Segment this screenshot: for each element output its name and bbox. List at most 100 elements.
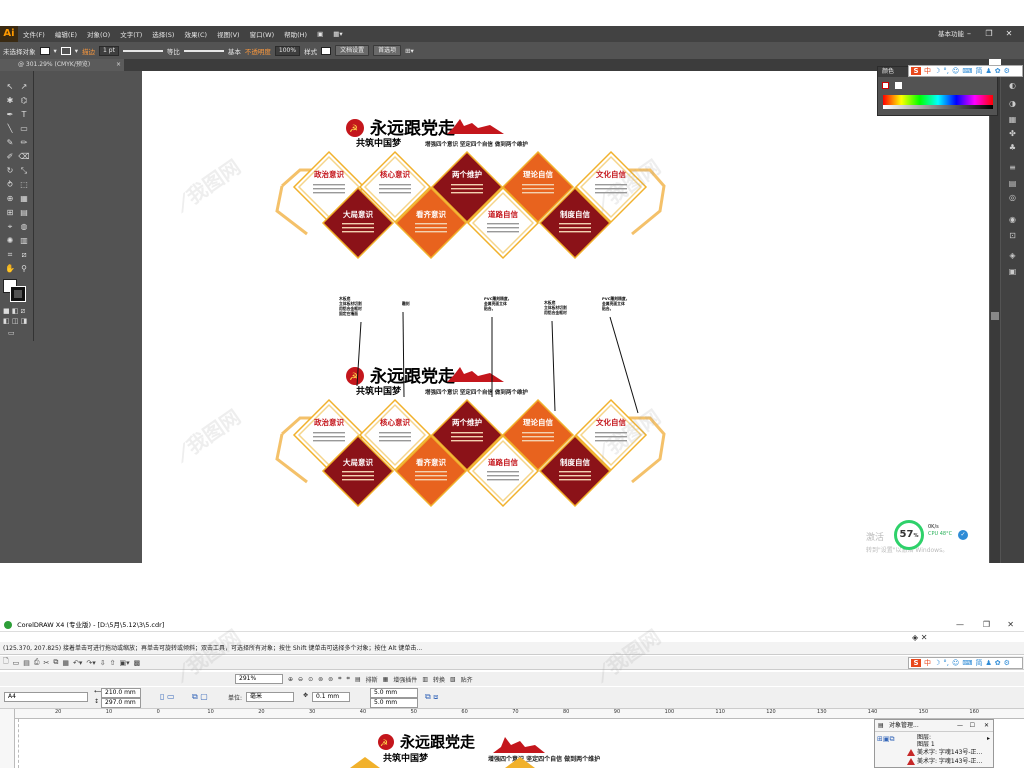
fill-dropdown-icon[interactable]: ▾ xyxy=(54,47,57,55)
redo-icon[interactable]: ↷▾ xyxy=(86,659,95,667)
appearance-icon[interactable]: ◉ xyxy=(1007,215,1018,224)
cd-ime-settings-icon[interactable]: ⚙ xyxy=(1004,659,1010,667)
page-size-dropdown[interactable]: A4 xyxy=(4,692,88,702)
menu-edit[interactable]: 编辑(E) xyxy=(50,29,82,39)
om-object-row[interactable]: 美术字: 字魂143号-正... xyxy=(875,748,993,757)
stroke-dropdown-icon[interactable]: ▾ xyxy=(75,47,78,55)
zoom-tool-icon[interactable]: ⚲ xyxy=(18,263,30,275)
plugin-icon[interactable]: ▤ xyxy=(355,676,361,683)
blob-brush-icon[interactable]: ✐ xyxy=(4,151,16,163)
zoom-page-icon[interactable]: ⊜ xyxy=(328,676,333,683)
cd-ime-toolbar[interactable]: S 中 ☽ °, ☺ ⌨ 简 ♟ ✿ ⚙ xyxy=(908,657,1023,669)
fill-swatch[interactable] xyxy=(39,46,50,55)
plugin-2-icon[interactable]: ▦ xyxy=(383,676,389,683)
menu-view[interactable]: 视图(V) xyxy=(212,29,245,39)
brush-tool-icon[interactable]: ✎ xyxy=(4,137,16,149)
menu-effect[interactable]: 效果(C) xyxy=(179,29,212,39)
ime-keyboard-icon[interactable]: ⌨ xyxy=(962,67,972,75)
ime-moon-icon[interactable]: ☽ xyxy=(934,67,940,75)
ime-user-icon[interactable]: ♟ xyxy=(985,67,991,75)
ime-settings-icon[interactable]: ⚙ xyxy=(1004,67,1010,75)
plugin-1[interactable]: 排斯 xyxy=(366,675,378,684)
grayscale-ramp[interactable] xyxy=(883,105,993,109)
ime-simplified[interactable]: 简 xyxy=(975,66,982,76)
brush-label[interactable]: 基本 xyxy=(228,46,241,56)
tab-close-icon[interactable]: × xyxy=(116,59,121,71)
artboards-icon[interactable]: ▣ xyxy=(1007,267,1018,276)
vertical-scroll-thumb[interactable] xyxy=(991,312,999,320)
menu-object[interactable]: 对象(O) xyxy=(82,29,115,39)
white-swatch[interactable] xyxy=(895,82,902,89)
page-width-field[interactable]: 210.0 mm xyxy=(101,688,141,698)
cut-icon[interactable]: ✂ xyxy=(44,659,50,667)
undo-icon[interactable]: ↶▾ xyxy=(73,659,82,667)
selection-tool-icon[interactable]: ↖ xyxy=(4,81,16,93)
om-view-icons[interactable]: ⊞▣⧉ xyxy=(877,735,894,744)
cd-ime-user-icon[interactable]: ♟ xyxy=(985,659,991,667)
open-icon[interactable]: ▭ xyxy=(13,659,20,667)
brushes-icon[interactable]: ✤ xyxy=(1007,129,1018,138)
color-panel-icon[interactable]: ◐ xyxy=(1007,81,1018,90)
direct-select-tool-icon[interactable]: ↗ xyxy=(18,81,30,93)
graphic-styles-icon[interactable]: ⊡ xyxy=(1007,231,1018,240)
cd-ime-skin-icon[interactable]: ✿ xyxy=(995,659,1001,667)
speed-widget[interactable]: 57% 0K/s CPU 48°C ✓ xyxy=(894,520,974,550)
restore-icon[interactable]: ❐ xyxy=(980,26,998,42)
portrait-icon[interactable]: ▯ ▭ xyxy=(160,692,175,701)
bridge-icon[interactable]: ▣ xyxy=(312,30,328,38)
symbol-sprayer-icon[interactable]: ✺ xyxy=(4,235,16,247)
hand-tool-icon[interactable]: ✋ xyxy=(4,263,16,275)
menu-help[interactable]: 帮助(H) xyxy=(279,29,312,39)
cd-ime-emoji-icon[interactable]: ☺ xyxy=(952,659,959,667)
om-restore-icon[interactable]: ☐ xyxy=(970,720,975,732)
units-dropdown[interactable]: 毫米 xyxy=(246,692,294,702)
artboard[interactable]: ☭ 永远跟党走 共筑中国梦 增强四个意识 坚定四个自信 做到两个维护 政治意识 核心意识两… xyxy=(142,71,989,563)
stroke-panel-icon[interactable]: ≡ xyxy=(1007,163,1018,172)
zoom-level-dropdown[interactable]: 291% xyxy=(235,674,283,684)
ime-skin-icon[interactable]: ✿ xyxy=(995,67,1001,75)
cd-ime-moon-icon[interactable]: ☽ xyxy=(934,659,940,667)
zoom-height-icon[interactable]: ⌗ xyxy=(347,675,350,683)
cd-restore-icon[interactable]: ❐ xyxy=(983,618,990,632)
om-minimize-icon[interactable]: — xyxy=(957,720,963,732)
plugin-2[interactable]: 增强插件 xyxy=(393,675,417,684)
perspective-icon[interactable]: ▦ xyxy=(18,193,30,205)
import-icon[interactable]: ⇩ xyxy=(100,659,106,667)
menu-window[interactable]: 窗口(W) xyxy=(245,29,280,39)
arrange-icon[interactable]: ▦▾ xyxy=(328,30,347,38)
stroke-swatch[interactable] xyxy=(60,46,71,55)
cd-close-icon[interactable]: ✕ xyxy=(1007,618,1014,632)
stroke-weight-field[interactable]: 1 pt xyxy=(99,45,119,56)
scale-tool-icon[interactable]: ⤡ xyxy=(18,165,30,177)
opacity-field[interactable]: 100% xyxy=(274,45,301,56)
ime-mode[interactable]: 中 xyxy=(924,66,931,76)
object-manager-docker[interactable]: ▤ 对象管理... — ☐ ✕ ⊞▣⧉ 图层: 图层 1 ▸ 美术字: 字魂14… xyxy=(874,719,994,768)
profile-label[interactable]: 等比 xyxy=(167,46,180,56)
blend-tool-icon[interactable]: ◍ xyxy=(18,221,30,233)
graph-tool-icon[interactable]: ▥ xyxy=(18,235,30,247)
cd-ime-mode[interactable]: 中 xyxy=(924,658,931,668)
document-tab[interactable]: @ 301.29% (CMYK/预览) × xyxy=(0,59,124,71)
color-guide-icon[interactable]: ◑ xyxy=(1007,99,1018,108)
accelerate-icon[interactable]: ✓ xyxy=(958,530,968,540)
magic-wand-icon[interactable]: ✱ xyxy=(4,95,16,107)
om-layer-row[interactable]: ⊞▣⧉ 图层: 图层 1 ▸ xyxy=(875,732,993,748)
om-close-icon[interactable]: ✕ xyxy=(984,720,989,732)
menu-file[interactable]: 文件(F) xyxy=(18,29,50,39)
eyedropper-icon[interactable]: ⌖ xyxy=(4,221,16,233)
none-swatch[interactable] xyxy=(882,82,889,89)
gradient-tool-icon[interactable]: ▤ xyxy=(18,207,30,219)
cd-minimize-icon[interactable]: — xyxy=(956,618,964,632)
cd-ime-punct-icon[interactable]: °, xyxy=(943,659,949,667)
launcher-icon[interactable]: ▣▾ xyxy=(120,659,130,667)
slice-tool-icon[interactable]: ⧄ xyxy=(18,249,30,261)
om-object-row[interactable]: 美术字: 字魂143号-正... xyxy=(875,757,993,766)
artboard-tool-icon[interactable]: ⌗ xyxy=(4,249,16,261)
nudge-field[interactable]: 0.1 mm xyxy=(312,692,350,702)
duplicate-x-field[interactable]: 5.0 mm xyxy=(370,688,418,698)
rect-tool-icon[interactable]: ▭ xyxy=(18,123,30,135)
rotate-tool-icon[interactable]: ↻ xyxy=(4,165,16,177)
stroke-label[interactable]: 描边 xyxy=(82,46,95,56)
pen-tool-icon[interactable]: ✒ xyxy=(4,109,16,121)
mesh-tool-icon[interactable]: ⊞ xyxy=(4,207,16,219)
